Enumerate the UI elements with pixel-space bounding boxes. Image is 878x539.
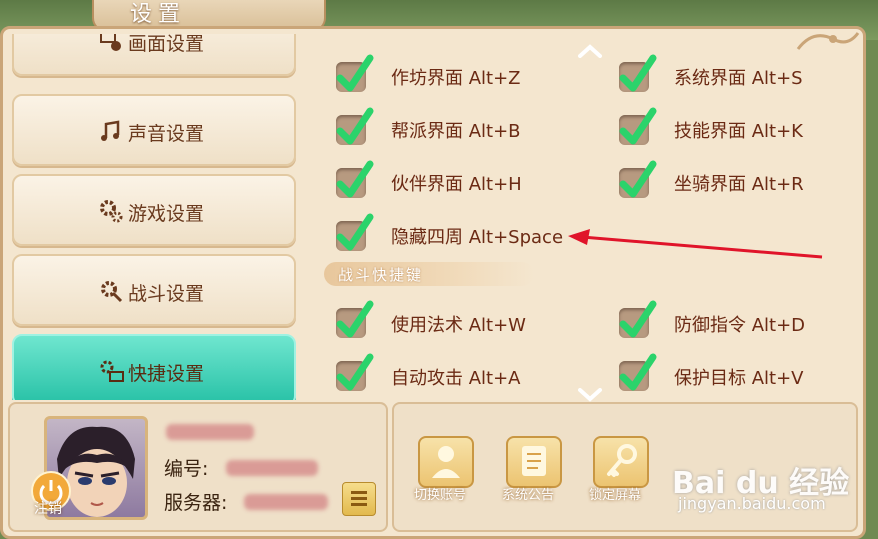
- checkmark-icon: [336, 213, 374, 251]
- player-id-label: 编号:: [164, 458, 209, 480]
- system-notice-label: 系统公告: [502, 488, 555, 503]
- sidebar-item-label: 声音设置: [128, 123, 205, 145]
- player-name-redacted: [166, 424, 254, 440]
- checkmark-icon: [336, 160, 374, 198]
- music-note-icon: [101, 120, 120, 141]
- server-name-redacted: [244, 494, 328, 510]
- switch-account-icon: [432, 446, 460, 478]
- sidebar-item-label: 快捷设置: [128, 363, 205, 385]
- shortcut-label: 保护目标 Alt+V: [674, 368, 804, 389]
- sidebar-item-label: 战斗设置: [128, 283, 205, 305]
- scroll-down-icon[interactable]: [577, 388, 603, 402]
- checkbox-skill[interactable]: [617, 107, 657, 147]
- battle-section-title: 战斗快捷键: [338, 266, 424, 284]
- shortcut-label: 隐藏四周 Alt+Space: [391, 227, 564, 248]
- checkmark-icon: [619, 300, 657, 338]
- checkbox-hide-surroundings[interactable]: [334, 213, 374, 253]
- sidebar-item-shortcuts[interactable]: 快捷设置: [12, 334, 296, 400]
- server-menu-button[interactable]: [342, 482, 376, 516]
- sidebar-item-battle[interactable]: 战斗设置: [12, 254, 296, 326]
- checkbox-protect-target[interactable]: [617, 353, 657, 393]
- battle-gear-icon: [101, 281, 123, 303]
- checkbox-use-spell[interactable]: [334, 300, 374, 340]
- switch-account-button[interactable]: [418, 436, 474, 488]
- checkmark-icon: [619, 54, 657, 92]
- checkmark-icon: [336, 353, 374, 391]
- server-label: 服务器:: [164, 492, 228, 514]
- shortcut-label: 系统界面 Alt+S: [674, 68, 803, 89]
- sidebar-item-game[interactable]: 游戏设置: [12, 174, 296, 246]
- shortcut-label: 作坊界面 Alt+Z: [391, 68, 521, 89]
- shortcut-label: 坐骑界面 Alt+R: [674, 174, 804, 195]
- checkmark-icon: [336, 107, 374, 145]
- checkbox-guild[interactable]: [334, 107, 374, 147]
- system-notice-button[interactable]: [506, 436, 562, 488]
- notice-scroll-icon: [522, 446, 546, 476]
- lock-screen-button[interactable]: [593, 436, 649, 488]
- battle-section-header: 战斗快捷键: [324, 262, 534, 286]
- checkmark-icon: [619, 160, 657, 198]
- switch-account-label: 切换账号: [414, 488, 467, 503]
- sidebar-item-label: 游戏设置: [128, 203, 205, 225]
- display-settings-icon: [100, 34, 121, 51]
- shortcut-label: 技能界面 Alt+K: [674, 121, 803, 142]
- checkbox-partner[interactable]: [334, 160, 374, 200]
- logout-label[interactable]: 注销: [34, 498, 62, 518]
- shortcut-label: 伙伴界面 Alt+H: [391, 174, 522, 195]
- checkmark-icon: [336, 54, 374, 92]
- watermark-url: jingyan.baidu.com: [678, 494, 826, 513]
- checkmark-icon: [619, 353, 657, 391]
- sidebar-item-label: 画面设置: [128, 34, 205, 55]
- player-id-redacted: [226, 460, 318, 476]
- checkbox-workshop[interactable]: [334, 54, 374, 94]
- sidebar-item-display[interactable]: 画面设置: [12, 34, 296, 76]
- settings-sidebar: 画面设置 声音设置 游戏设置 战斗设置 快捷设置: [8, 34, 300, 400]
- shortcut-label: 使用法术 Alt+W: [391, 315, 526, 336]
- lock-screen-label: 锁定屏幕: [589, 488, 642, 503]
- keyboard-gear-icon: [100, 360, 124, 382]
- checkbox-auto-attack[interactable]: [334, 353, 374, 393]
- annotation-arrow-icon: [568, 229, 823, 259]
- key-icon: [607, 444, 637, 477]
- sidebar-item-sound[interactable]: 声音设置: [12, 94, 296, 166]
- checkbox-defend[interactable]: [617, 300, 657, 340]
- scroll-up-icon[interactable]: [577, 44, 603, 58]
- gear-icon: [100, 200, 123, 223]
- menu-line: [351, 491, 367, 494]
- checkmark-icon: [619, 107, 657, 145]
- shortcut-label: 自动攻击 Alt+A: [391, 368, 521, 389]
- window-title: 设置: [130, 2, 187, 27]
- checkbox-system[interactable]: [617, 54, 657, 94]
- checkmark-icon: [336, 300, 374, 338]
- shortcut-label: 帮派界面 Alt+B: [391, 121, 521, 142]
- checkbox-mount[interactable]: [617, 160, 657, 200]
- menu-line: [351, 503, 367, 506]
- ornament-corner-icon: [796, 32, 860, 50]
- shortcut-label: 防御指令 Alt+D: [674, 315, 806, 336]
- menu-line: [351, 497, 367, 500]
